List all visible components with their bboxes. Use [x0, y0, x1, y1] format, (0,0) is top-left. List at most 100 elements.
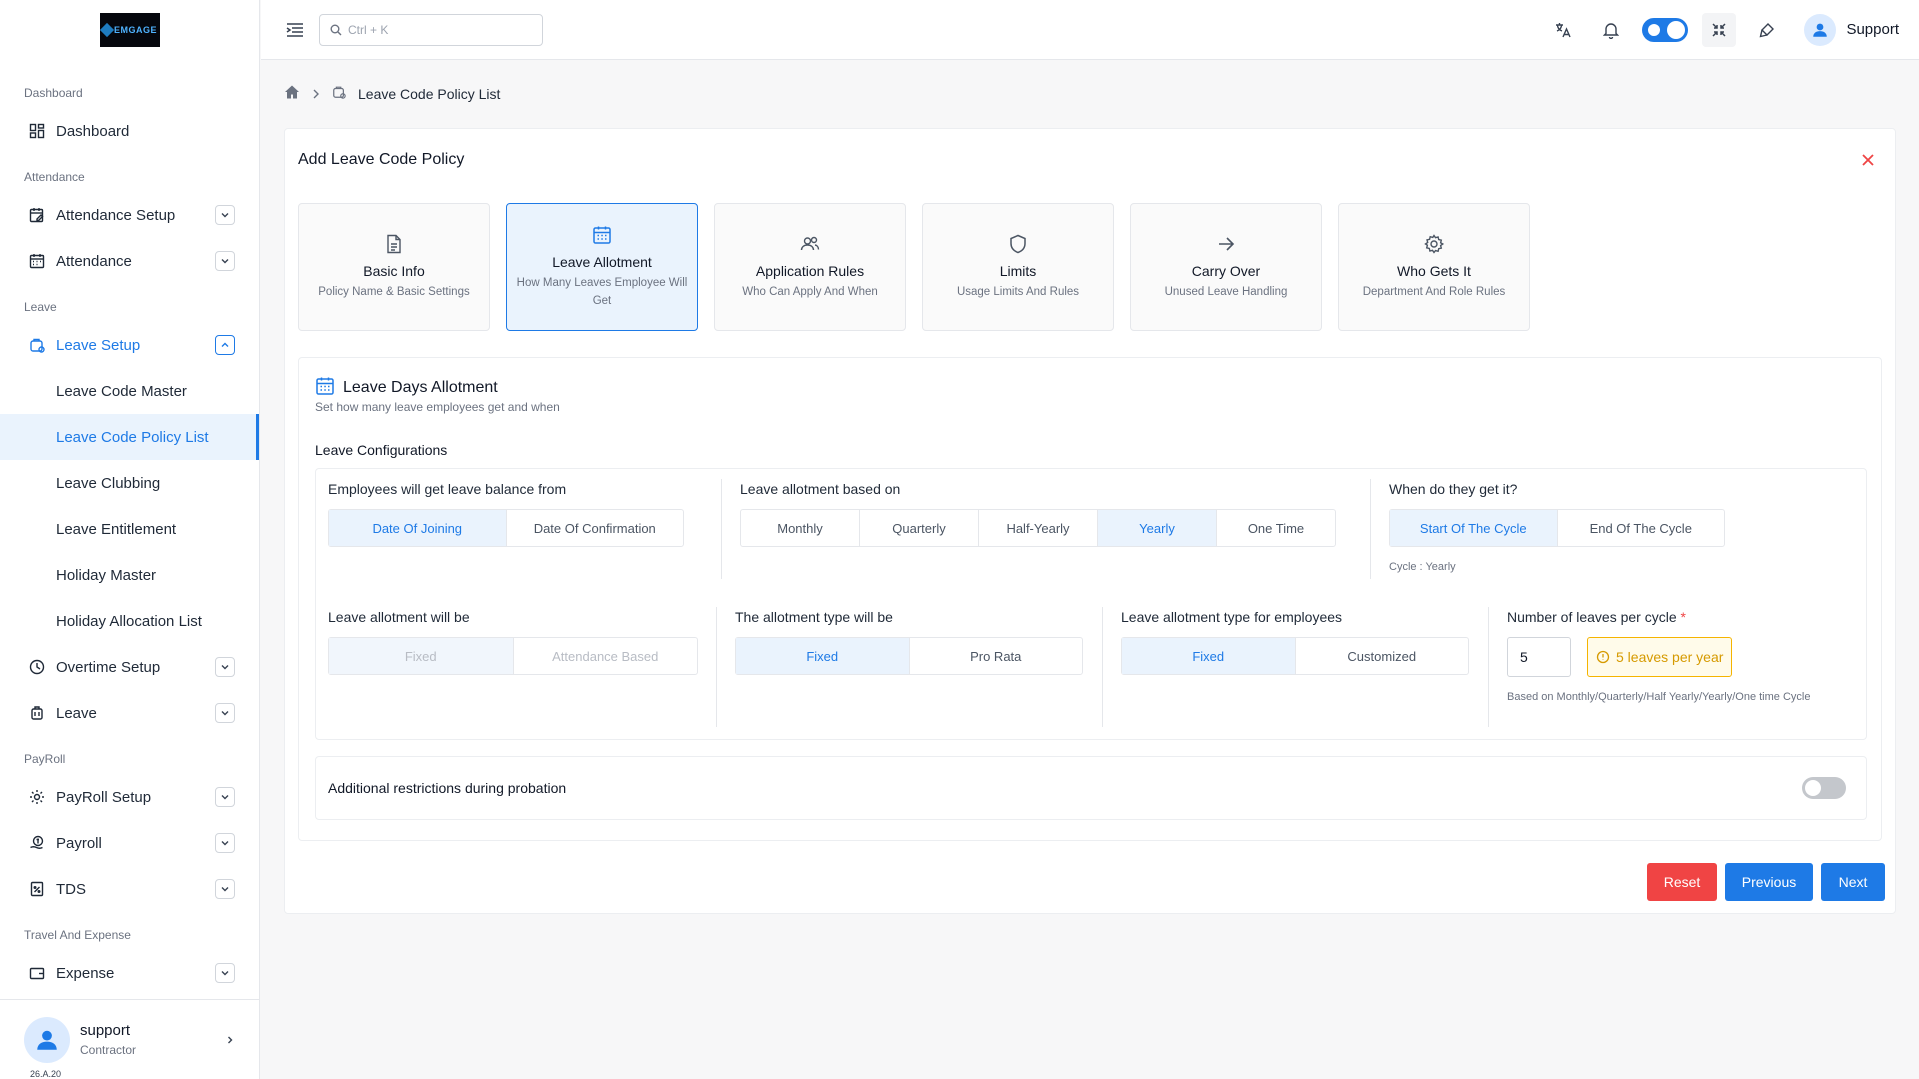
allotment-basis-field: Leave allotment based on Monthly Quarter… [740, 481, 1336, 547]
step-title: Limits [999, 262, 1037, 279]
sidebar-item-label: Attendance Setup [56, 206, 176, 224]
sidebar-item-overtime-setup[interactable]: Overtime Setup [0, 644, 259, 690]
sidebar-subitem-leave-code-policy-list[interactable]: Leave Code Policy List [0, 414, 259, 460]
user-info: support Contractor [80, 1022, 225, 1057]
chevron-down-icon[interactable] [215, 963, 235, 983]
user-icon [1813, 23, 1828, 37]
chevron-down-icon[interactable] [215, 879, 235, 899]
fullscreen-button[interactable] [1702, 12, 1737, 47]
sidebar-item-expense[interactable]: Expense [0, 950, 259, 996]
step-application-rules[interactable]: Application Rules Who Can Apply And When [714, 203, 906, 331]
config-heading: Leave Configurations [315, 442, 448, 458]
probation-toggle[interactable] [1802, 777, 1846, 799]
leave-configurations-box: Employees will get leave balance from Da… [315, 468, 1867, 740]
calendar-icon [28, 252, 46, 270]
sidebar-subitem-holiday-allocation-list[interactable]: Holiday Allocation List [0, 598, 259, 644]
app-logo[interactable]: EMGAGE [99, 13, 160, 47]
option-attendance-based[interactable]: Attendance Based [514, 638, 698, 674]
chevron-down-icon[interactable] [215, 251, 235, 271]
allotment-will-be-segmented: Fixed Attendance Based [328, 637, 698, 675]
theme-toggle[interactable] [1642, 17, 1689, 42]
option-fixed[interactable]: Fixed [1122, 638, 1296, 674]
leaves-per-cycle-input[interactable]: 5 [1507, 637, 1571, 677]
option-one-time[interactable]: One Time [1217, 510, 1335, 546]
option-customized[interactable]: Customized [1296, 638, 1469, 674]
sidebar-item-payroll[interactable]: Payroll [0, 820, 259, 866]
section-payroll: PayRoll [24, 752, 66, 766]
home-icon[interactable] [284, 84, 300, 103]
option-fixed[interactable]: Fixed [736, 638, 910, 674]
sidebar-item-payroll-setup[interactable]: PayRoll Setup [0, 774, 259, 820]
close-button[interactable] [1859, 151, 1877, 169]
notifications-button[interactable] [1594, 13, 1628, 47]
search-input[interactable]: Ctrl + K [319, 13, 543, 46]
option-start-of-cycle[interactable]: Start Of The Cycle [1390, 510, 1558, 546]
sidebar-subitem-leave-entitlement[interactable]: Leave Entitlement [0, 506, 259, 552]
step-subtitle: Unused Leave Handling [1164, 285, 1288, 298]
chevron-down-icon[interactable] [215, 787, 235, 807]
chevron-up-icon[interactable] [215, 335, 235, 355]
sidebar-item-dashboard[interactable]: Dashboard [0, 108, 259, 154]
translate-button[interactable] [1546, 13, 1580, 47]
chevron-down-icon[interactable] [215, 657, 235, 677]
sidebar-item-leave-setup[interactable]: Leave Setup [0, 322, 259, 368]
allotment-basis-segmented: Monthly Quarterly Half-Yearly Yearly One… [740, 509, 1336, 547]
logo-mark-icon [99, 22, 115, 38]
section-attendance: Attendance [24, 170, 85, 184]
reset-button[interactable]: Reset [1647, 863, 1717, 901]
user-menu[interactable]: Support [1804, 13, 1899, 46]
sidebar-subitem-leave-clubbing[interactable]: Leave Clubbing [0, 460, 259, 506]
sidebar-item-attendance-setup[interactable]: Attendance Setup [0, 192, 259, 238]
field-label: When do they get it? [1389, 481, 1518, 497]
user-menu-label: Support [1846, 21, 1899, 38]
option-fixed[interactable]: Fixed [329, 638, 514, 674]
calendar-icon [315, 376, 335, 399]
chevron-down-icon[interactable] [215, 833, 235, 853]
option-monthly[interactable]: Monthly [741, 510, 860, 546]
required-mark: * [1680, 609, 1686, 625]
previous-button[interactable]: Previous [1725, 863, 1813, 901]
sidebar-subitem-leave-code-master[interactable]: Leave Code Master [0, 368, 259, 414]
step-subtitle: How Many Leaves Employee Will Get [516, 276, 688, 307]
field-label: The allotment type will be [735, 609, 893, 625]
field-label: Employees will get leave balance from [328, 481, 567, 497]
option-end-of-cycle[interactable]: End Of The Cycle [1558, 510, 1725, 546]
step-leave-allotment[interactable]: Leave Allotment How Many Leaves Employee… [506, 203, 698, 331]
user-role: Contractor [80, 1043, 137, 1057]
step-carry-over[interactable]: Carry Over Unused Leave Handling [1130, 203, 1322, 331]
option-yearly[interactable]: Yearly [1098, 510, 1217, 546]
divider [1370, 479, 1371, 579]
paint-brush-icon [1760, 22, 1775, 37]
allotment-type-field: The allotment type will be Fixed Pro Rat… [735, 609, 1083, 675]
sidebar-item-tds[interactable]: TDS [0, 866, 259, 912]
option-date-of-confirmation[interactable]: Date Of Confirmation [507, 510, 684, 546]
chevron-right-icon[interactable] [225, 1032, 235, 1048]
step-limits[interactable]: Limits Usage Limits And Rules [922, 203, 1114, 331]
search-placeholder: Ctrl + K [348, 22, 389, 37]
option-half-yearly[interactable]: Half-Yearly [979, 510, 1098, 546]
step-basic-info[interactable]: Basic Info Policy Name & Basic Settings [298, 203, 490, 331]
balance-from-field: Employees will get leave balance from Da… [328, 481, 684, 547]
customize-button[interactable] [1750, 13, 1784, 47]
wallet-icon [28, 964, 46, 982]
leaves-per-cycle-field: Number of leaves per cycle * 5 5 leaves … [1507, 609, 1852, 707]
menu-toggle-button[interactable] [281, 16, 309, 44]
type-for-employees-field: Leave allotment type for employees Fixed… [1121, 609, 1469, 675]
sidebar-item-leave[interactable]: Leave [0, 690, 259, 736]
option-date-of-joining[interactable]: Date Of Joining [329, 510, 507, 546]
cycle-note: Cycle : Yearly [1389, 561, 1456, 573]
sidebar-subitem-holiday-master[interactable]: Holiday Master [0, 552, 259, 598]
chevron-down-icon[interactable] [215, 205, 235, 225]
option-pro-rata[interactable]: Pro Rata [910, 638, 1083, 674]
option-quarterly[interactable]: Quarterly [860, 510, 979, 546]
step-who-gets-it[interactable]: Who Gets It Department And Role Rules [1338, 203, 1530, 331]
avatar: 26.A.20 [24, 1016, 70, 1079]
divider [721, 479, 722, 579]
sidebar-item-attendance[interactable]: Attendance [0, 238, 259, 284]
user-profile-footer[interactable]: 26.A.20 support Contractor [0, 999, 259, 1079]
next-button[interactable]: Next [1821, 863, 1885, 901]
step-title: Application Rules [755, 262, 865, 279]
leave-days-allotment-section: Leave Days Allotment Set how many leave … [298, 357, 1882, 841]
chevron-down-icon[interactable] [215, 703, 235, 723]
close-icon [1862, 154, 1874, 166]
